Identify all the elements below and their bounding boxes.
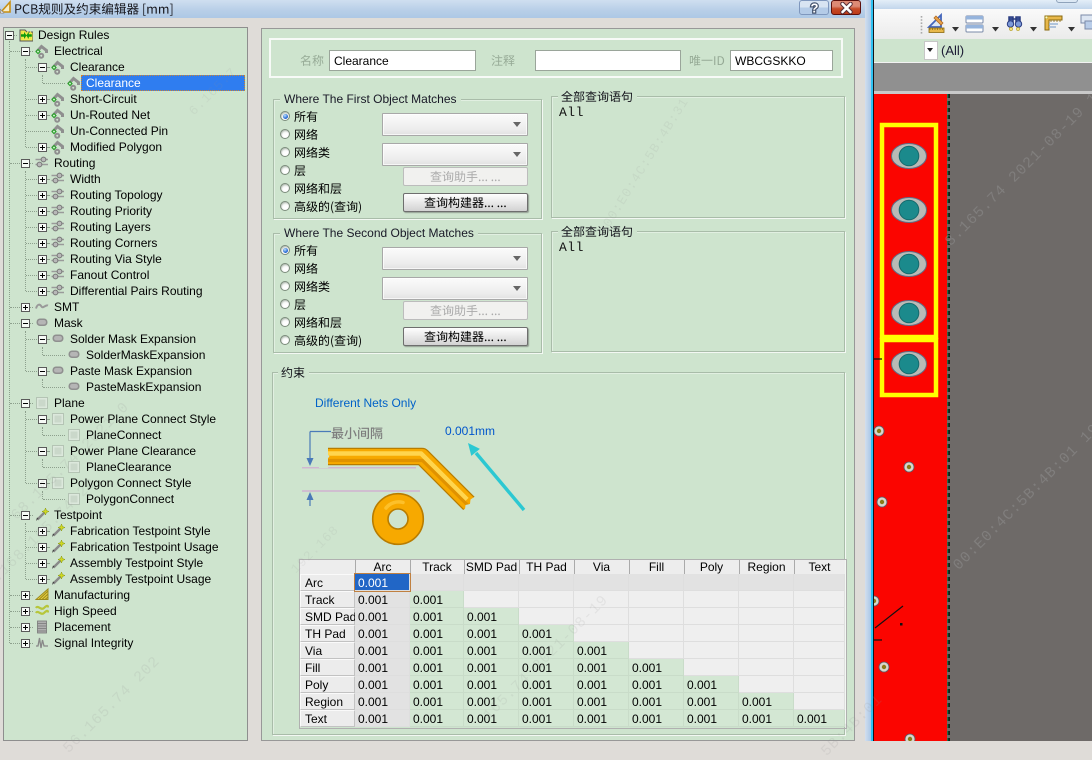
svg-text:?: ? [811, 2, 819, 15]
